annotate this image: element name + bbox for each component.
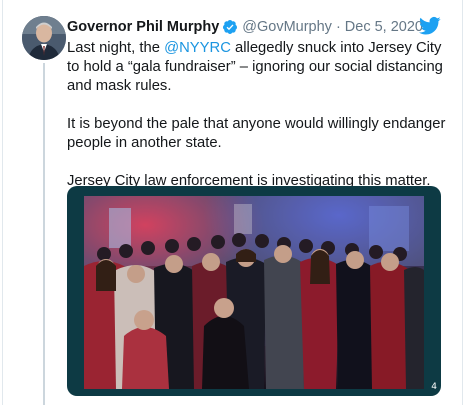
- tweet-paragraph-2: It is beyond the pale that anyone would …: [67, 116, 446, 151]
- twitter-bird-icon[interactable]: [419, 16, 441, 36]
- verified-badge-icon: [222, 19, 238, 35]
- tweet-card[interactable]: Governor Phil Murphy @GovMurphy · Dec 5,…: [0, 0, 465, 405]
- author-display-name[interactable]: Governor Phil Murphy: [67, 19, 219, 35]
- card-border-left: [2, 0, 3, 405]
- tweet-media[interactable]: 4: [67, 186, 441, 396]
- card-border-right: [462, 0, 463, 405]
- mention-link[interactable]: @NYYRC: [164, 40, 231, 56]
- author-handle[interactable]: @GovMurphy: [242, 19, 332, 35]
- tweet-paragraph-1: Last night, the @NYYRC allegedly snuck i…: [67, 39, 447, 96]
- tweet-timestamp[interactable]: Dec 5, 2020: [345, 19, 423, 35]
- header-separator: ·: [335, 19, 341, 35]
- thread-connector-line: [43, 63, 45, 405]
- media-count-badge: 4: [431, 382, 437, 392]
- media-photo[interactable]: [84, 196, 424, 389]
- tweet-body: Last night, the @NYYRC allegedly snuck i…: [67, 39, 447, 191]
- avatar[interactable]: [22, 16, 66, 60]
- tweet-header: Governor Phil Murphy @GovMurphy · Dec 5,…: [67, 16, 447, 38]
- tweet-text-prefix: Last night, the: [67, 40, 165, 56]
